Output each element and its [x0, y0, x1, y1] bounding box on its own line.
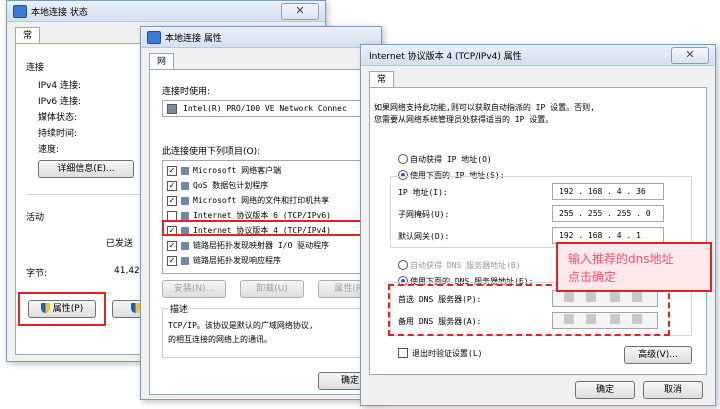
close-icon[interactable]: ✕: [281, 3, 319, 20]
item-checkbox[interactable]: ✓: [167, 166, 177, 176]
item-checkbox[interactable]: ✓: [167, 181, 177, 191]
description-line1: TCP/IP。该协议是默认的广域网络协议,: [168, 321, 314, 330]
ipv6-label: IPv6 连接:: [38, 97, 82, 107]
sent-label: 已发送: [106, 239, 134, 249]
auto-dns-radio[interactable]: [398, 260, 408, 270]
connect-using-label: 连接时使用:: [162, 87, 211, 97]
annotation-box: 输入推荐的dns地址 点击确定: [556, 242, 712, 292]
media-status-label: 媒体状态:: [38, 113, 78, 123]
item-label: 链路层拓扑发现响应程序: [193, 256, 281, 265]
item-label: 链路层拓扑发现映射器 I/O 驱动程序: [193, 241, 330, 250]
item-icon: [181, 182, 189, 190]
ipv4-cancel-button[interactable]: 取消: [643, 381, 703, 399]
duration-label: 持续时间:: [38, 129, 78, 139]
item-icon: [181, 167, 189, 175]
auto-ip-radio[interactable]: [398, 154, 408, 164]
bytes-value: 41,42: [114, 266, 140, 276]
annotation-line1: 输入推荐的dns地址: [568, 252, 674, 266]
item-icon: [181, 212, 189, 220]
install-button[interactable]: 安装(N)...: [162, 280, 226, 298]
tab-general[interactable]: 常规: [15, 27, 41, 57]
item-icon: [181, 242, 189, 250]
item-checkbox[interactable]: ✓: [167, 196, 177, 206]
details-button[interactable]: 详细信息(E)...: [38, 160, 134, 178]
ip-address-input[interactable]: 192 . 168 . 4 . 36: [552, 183, 664, 200]
uninstall-button[interactable]: 卸载(U): [240, 280, 304, 298]
gateway-label: 默认网关(D):: [398, 232, 450, 241]
properties-window: 本地连接 属性 网络 连接时使用: Intel(R) PRO/100 VE Ne…: [140, 26, 383, 400]
item-checkbox[interactable]: ✓: [167, 256, 177, 266]
tab-network[interactable]: 网络: [149, 53, 175, 83]
close-icon[interactable]: ✕: [671, 47, 709, 64]
speed-label: 速度:: [38, 145, 60, 155]
annotation-line2: 点击确定: [568, 270, 617, 284]
activity-section-title: 活动: [26, 213, 45, 223]
item-label: QoS 数据包计划程序: [193, 181, 269, 190]
subnet-mask-input[interactable]: 255 . 255 . 255 . 0: [552, 205, 664, 222]
properties-panel: 连接时使用: Intel(R) PRO/100 VE Network Conne…: [149, 69, 383, 395]
ipv4-window-title: Internet 协议版本 4 (TCP/IPv4) 属性: [369, 52, 522, 62]
status-window-title: 本地连接 状态: [31, 8, 88, 18]
properties-window-title: 本地连接 属性: [165, 34, 222, 44]
item-icon: [181, 257, 189, 265]
ipv4-ok-button[interactable]: 确定: [575, 381, 635, 399]
connection-section-title: 连接: [26, 63, 45, 73]
intro-line1: 如果网络支持此功能,则可以获取自动指派的 IP 设置。否则,: [374, 103, 595, 112]
bytes-label: 字节:: [26, 269, 48, 279]
status-window-titlebar[interactable]: 本地连接 状态 ✕: [7, 1, 325, 22]
adapter-icon: [167, 104, 177, 114]
validate-label[interactable]: 退出时验证设置(L): [412, 348, 482, 359]
items-list: ✓ Microsoft 网络客户端 ✓ QoS 数据包计划程序 ✓ Microsoft 网…: [162, 160, 383, 274]
ip-address-label: IP 地址(I):: [398, 188, 448, 197]
validate-checkbox[interactable]: [398, 348, 408, 358]
items-label: 此连接使用下列项目(O):: [162, 147, 261, 157]
intro-line2: 您需要从网络系统管理员处获得适当的 IP 设置。: [374, 115, 554, 124]
network-icon: [13, 5, 27, 18]
subnet-mask-label: 子网掩码(U):: [398, 210, 450, 219]
tab-general[interactable]: 常规: [369, 71, 395, 101]
advanced-button[interactable]: 高级(V)...: [624, 346, 692, 364]
item-icon: [181, 197, 189, 205]
network-icon: [147, 31, 161, 44]
auto-dns-label[interactable]: 自动获得 DNS 服务器地址(B): [410, 260, 521, 271]
ipv4-window-titlebar[interactable]: Internet 协议版本 4 (TCP/IPv4) 属性 ✕: [361, 45, 715, 66]
ipv4-label: IPv4 连接:: [38, 81, 82, 91]
description-line2: 的相互连接的网络上的通讯。: [168, 335, 272, 344]
properties-window-titlebar[interactable]: 本地连接 属性: [141, 27, 381, 48]
ipv4-window: Internet 协议版本 4 (TCP/IPv4) 属性 ✕ 常规 如果网络支…: [360, 44, 716, 406]
item-label: Microsoft 网络的文件和打印机共享: [193, 196, 330, 205]
ipv4-panel: 如果网络支持此功能,则可以获取自动指派的 IP 设置。否则, 您需要从网络系统管…: [369, 87, 707, 375]
adapter-box: Intel(R) PRO/100 VE Network Connec: [162, 100, 383, 117]
description-title: 描述: [168, 302, 191, 315]
shield-icon: [130, 303, 140, 313]
auto-ip-label[interactable]: 自动获得 IP 地址(O): [410, 154, 492, 165]
item-checkbox[interactable]: ✓: [167, 241, 177, 251]
adapter-name: Intel(R) PRO/100 VE Network Connec: [183, 104, 347, 113]
description-group: [162, 308, 383, 358]
item-label: Microsoft 网络客户端: [193, 166, 282, 175]
ipv4-item-highlight: [162, 220, 376, 236]
properties-highlight: [18, 292, 106, 326]
